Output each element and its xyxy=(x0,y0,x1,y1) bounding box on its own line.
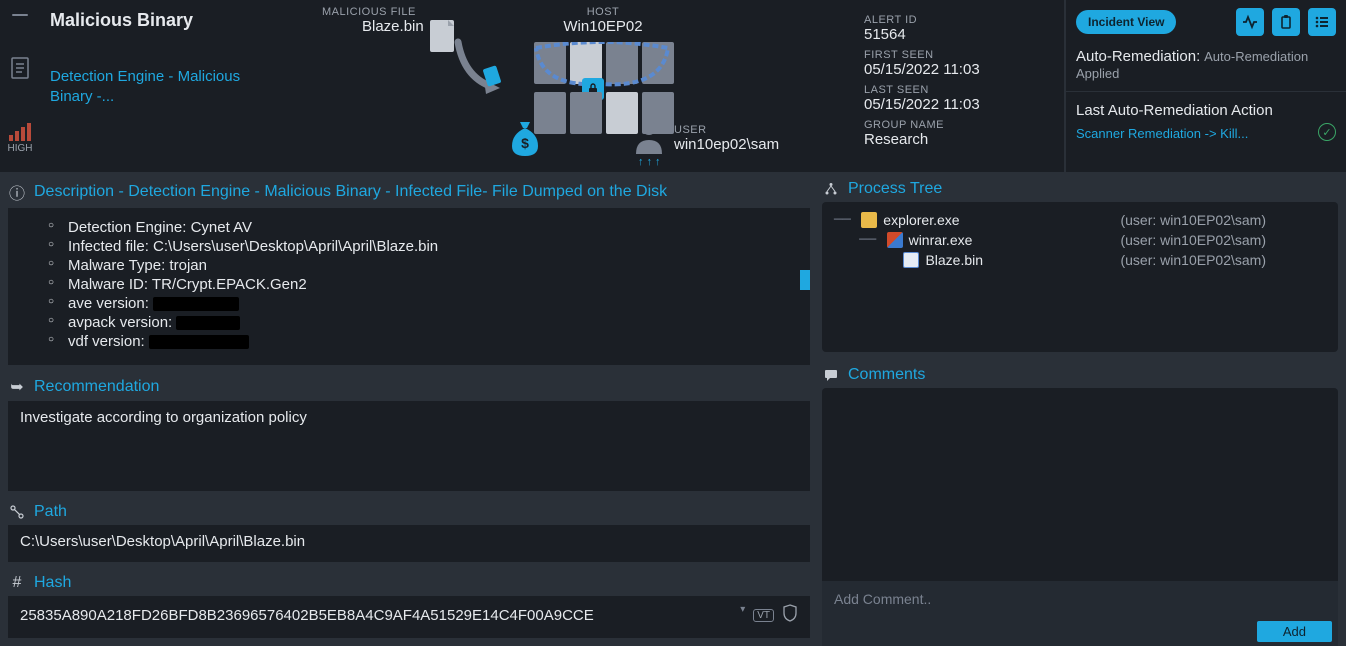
path-panel: C:\Users\user\Desktop\April\April\Blaze.… xyxy=(8,525,810,562)
title-column: Malicious Binary Detection Engine - Mali… xyxy=(40,0,286,172)
scrollbar-thumb[interactable] xyxy=(800,270,810,290)
clipboard-button[interactable] xyxy=(1272,8,1300,36)
description-panel: Detection Engine: Cynet AV Infected file… xyxy=(8,208,810,365)
tree-icon xyxy=(822,182,840,196)
header-band: HIGH Malicious Binary Detection Engine -… xyxy=(0,0,1346,172)
virustotal-icon[interactable]: VT xyxy=(753,609,774,622)
add-comment-button[interactable]: Add xyxy=(1257,621,1332,642)
action-column: Incident View Auto-Remediation: Auto-Rem… xyxy=(1064,0,1346,172)
moneybag-icon: $ xyxy=(508,116,542,159)
host-block: HOST Win10EP02 xyxy=(546,6,660,35)
upload-arrows-icon: ↑↑↑ xyxy=(638,156,664,168)
document-icon[interactable] xyxy=(10,56,30,83)
rail: HIGH xyxy=(0,0,40,172)
recommendation-panel: Investigate according to organization po… xyxy=(8,401,810,491)
info-icon: ⓘ xyxy=(8,180,26,204)
process-tree: ── explorer.exe(user: win10EP02\sam) ── … xyxy=(822,202,1338,352)
tree-row[interactable]: Blaze.bin(user: win10EP02\sam) xyxy=(834,250,1326,270)
select-checkbox[interactable] xyxy=(12,14,28,16)
tree-row[interactable]: ── explorer.exe(user: win10EP02\sam) xyxy=(834,210,1326,230)
auto-rem-title: Auto-Remediation: xyxy=(1076,48,1200,65)
arrow-icon xyxy=(450,36,510,96)
graph-column: MALICIOUS FILE Blaze.bin HOST Win10EP02 … xyxy=(286,0,1064,172)
severity-label: HIGH xyxy=(8,143,33,154)
malicious-file-block: MALICIOUS FILE Blaze.bin xyxy=(322,6,424,35)
user-block: USER win10ep02\sam xyxy=(674,124,779,153)
right-pane: Process Tree ── explorer.exe(user: win10… xyxy=(818,172,1346,646)
tree-row[interactable]: ── winrar.exe(user: win10EP02\sam) xyxy=(834,230,1326,250)
comments-heading: Comments xyxy=(822,366,1338,384)
shield-icon[interactable] xyxy=(782,604,798,626)
hash-panel: 25835A890A218FD26BFD8B23696576402B5EB8A4… xyxy=(8,596,810,638)
incident-view-button[interactable]: Incident View xyxy=(1076,10,1176,34)
list-button[interactable] xyxy=(1308,8,1336,36)
process-icon xyxy=(861,212,877,228)
svg-text:$: $ xyxy=(521,135,529,151)
left-pane: ⓘ Description - Detection Engine - Malic… xyxy=(0,172,818,646)
detection-link[interactable]: Detection Engine - Malicious Binary -... xyxy=(50,67,278,108)
activity-button[interactable] xyxy=(1236,8,1264,36)
comment-icon xyxy=(822,368,840,382)
last-action-title: Last Auto-Remediation Action xyxy=(1076,102,1336,119)
person-icon xyxy=(632,118,666,157)
description-heading: ⓘ Description - Detection Engine - Malic… xyxy=(8,180,810,204)
check-icon: ✓ xyxy=(1318,123,1336,141)
hash-icon: # xyxy=(8,574,26,592)
page-title: Malicious Binary xyxy=(50,10,278,31)
comments-panel: Add xyxy=(822,388,1338,646)
arrow-right-icon: ➥ xyxy=(8,377,26,397)
path-icon xyxy=(8,505,26,519)
comment-input[interactable] xyxy=(822,581,1338,617)
tree-heading: Process Tree xyxy=(822,180,1338,198)
hash-heading: # Hash xyxy=(8,574,810,592)
recommendation-heading: ➥ Recommendation xyxy=(8,377,810,397)
process-icon xyxy=(887,232,903,248)
last-action-link[interactable]: Scanner Remediation -> Kill... xyxy=(1076,126,1248,141)
path-heading: Path xyxy=(8,503,810,521)
alert-meta: ALERT ID51564 FIRST SEEN05/15/2022 11:03… xyxy=(864,14,1064,154)
process-icon xyxy=(903,252,919,268)
severity-indicator: HIGH xyxy=(8,123,33,154)
